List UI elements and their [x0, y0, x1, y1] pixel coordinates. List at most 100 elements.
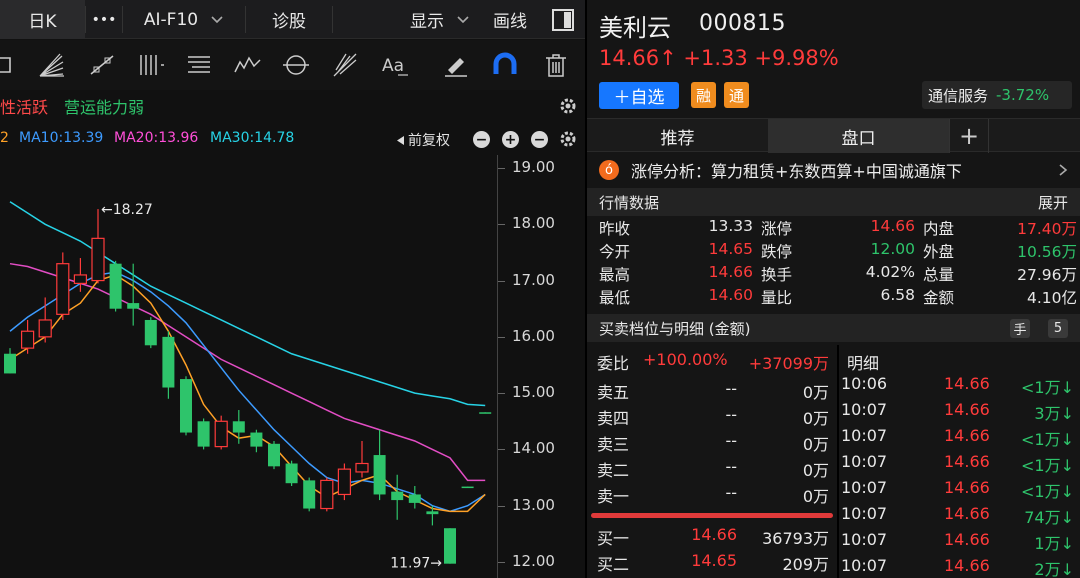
ask-row[interactable]: 卖四 -- 0万 [587, 402, 837, 428]
minus-button-2[interactable]: − [531, 131, 548, 148]
quote-row: 最低 14.60 量比 6.58 金额 4.10亿 [587, 285, 1080, 308]
tab-market[interactable]: 盘口 [768, 119, 949, 153]
bid-row[interactable]: 买一 14.66 36793万 [587, 522, 837, 548]
stock-tags-row: 性活跃 营运能力弱 [0, 90, 585, 122]
book-section-header: 买卖档位与明细 (金额) 手 5 [587, 314, 1080, 342]
candle[interactable] [285, 460, 298, 487]
more-button[interactable]: ••• [86, 0, 122, 39]
ask-row[interactable]: 卖五 -- 0万 [587, 376, 837, 402]
circle-tool-icon[interactable] [281, 50, 311, 80]
display-dropdown[interactable]: 显示 [395, 0, 485, 39]
expand-button[interactable]: 展开 [1038, 192, 1068, 213]
candle-body [127, 303, 140, 309]
quote-grid: 昨收 13.33 涨停 14.66 内盘 17.40万 今开 14.65 跌停 12.00 外盘 10… [587, 216, 1080, 308]
vlines-tool-icon[interactable] [136, 50, 166, 80]
sector-chip[interactable]: 通信服务 -3.72% [922, 81, 1072, 109]
period-button[interactable]: 日K [0, 0, 85, 39]
detail-row: 10:07 14.66 <1万↓ [839, 475, 1080, 501]
limit-up-analysis[interactable]: ó 涨停分析：算力租赁+东数西算+中国诚通旗下 [587, 153, 1080, 187]
candle[interactable] [479, 412, 492, 414]
candle[interactable] [162, 331, 175, 399]
candle[interactable] [109, 260, 122, 312]
detail-time: 10:07 [841, 556, 888, 575]
detail-price: 14.66 [944, 556, 990, 575]
hand-unit-button[interactable]: 手 [1010, 319, 1030, 338]
eraser-icon[interactable] [440, 50, 470, 80]
candle[interactable] [250, 429, 263, 453]
text-lines-tool-icon[interactable] [184, 50, 214, 80]
candle[interactable] [461, 486, 474, 489]
detail-price: 14.66 [944, 374, 990, 393]
detail-price: 14.66 [944, 530, 990, 549]
quote-label: 换手 [761, 266, 793, 284]
tag-active[interactable]: 性活跃 [0, 94, 48, 118]
plus-button[interactable]: + [502, 131, 519, 148]
minus-button[interactable]: − [473, 131, 490, 148]
draw-button[interactable]: 画线 [482, 0, 538, 39]
add-watchlist-button[interactable]: ＋自选 [599, 82, 679, 109]
quote-section-header: 行情数据 展开 [587, 188, 1080, 216]
quote-value: 13.33 [708, 217, 753, 235]
candle[interactable] [21, 319, 35, 354]
adjust-dropdown[interactable]: 前复权 [396, 130, 450, 150]
candle[interactable] [144, 317, 157, 349]
bid-row[interactable]: 买二 14.65 209万 [587, 548, 837, 574]
candle[interactable] [180, 376, 192, 436]
detail-volume: 3万↓ [1034, 404, 1074, 423]
quote-value: 10.56万 [1017, 243, 1077, 261]
candle[interactable] [337, 463, 351, 501]
candle[interactable] [197, 418, 210, 450]
ask-row[interactable]: 卖二 -- 0万 [587, 454, 837, 480]
candlestick-chart[interactable]: ←18.27 11.97→ [0, 155, 497, 578]
candle-body [56, 263, 70, 315]
candle[interactable] [4, 348, 16, 374]
adjust-label: 前复权 [408, 133, 450, 149]
depth-level-button[interactable]: 5 [1048, 319, 1068, 338]
candle[interactable] [320, 477, 334, 512]
candle[interactable] [355, 440, 369, 478]
text-tool-icon[interactable]: Aa [380, 50, 410, 80]
ask-row[interactable]: 卖三 -- 0万 [587, 428, 837, 454]
ask-price: -- [725, 431, 737, 450]
candle[interactable] [38, 297, 52, 343]
candle[interactable] [444, 528, 456, 564]
margin-badge[interactable]: 融 [691, 82, 716, 108]
f10-dropdown[interactable]: AI-F10 [123, 0, 245, 39]
y-tick-label: 18.00 [512, 214, 555, 233]
candle[interactable] [232, 410, 245, 444]
fan-tool-icon[interactable] [36, 50, 66, 80]
gear-icon[interactable] [558, 96, 578, 116]
add-tab-button[interactable]: + [949, 119, 989, 153]
ratio-value: +100.00% [643, 350, 728, 369]
candle[interactable] [91, 209, 105, 284]
detail-row: 10:07 14.66 3万↓ [839, 397, 1080, 423]
ma20-value: MA20:13.96 [114, 130, 199, 146]
candle[interactable] [303, 477, 316, 512]
ask-amount: 0万 [802, 435, 829, 454]
magnet-icon[interactable] [490, 50, 520, 80]
connect-badge[interactable]: 通 [724, 82, 749, 108]
price-change: 14.66↑ +1.33 +9.98% [599, 46, 839, 70]
candle[interactable] [56, 252, 70, 320]
detail-volume: 74万↓ [1024, 508, 1074, 527]
detail-volume: <1万↓ [1021, 456, 1074, 475]
sidebar-toggle-button[interactable] [545, 0, 581, 39]
candle[interactable] [214, 415, 228, 450]
candle[interactable] [408, 486, 421, 509]
candle[interactable] [391, 474, 404, 520]
candle[interactable] [268, 440, 280, 470]
wave-tool-icon[interactable] [233, 50, 263, 80]
quote-row: 最高 14.66 换手 4.02% 总量 27.96万 [587, 262, 1080, 285]
detail-row: 10:07 14.66 74万↓ [839, 501, 1080, 527]
rect-tool-icon[interactable] [0, 50, 22, 80]
ask-row[interactable]: 卖一 -- 0万 [587, 480, 837, 506]
ma-legend: 2 MA10:13.39 MA20:13.96 MA30:14.78 前复权 [0, 123, 585, 155]
diagnose-button[interactable]: 诊股 [246, 0, 332, 39]
candle[interactable] [373, 429, 386, 501]
fork-tool-icon[interactable] [330, 50, 360, 80]
trendline-tool-icon[interactable] [87, 50, 117, 80]
tab-recommend[interactable]: 推荐 [587, 119, 768, 153]
trash-icon[interactable] [541, 50, 571, 80]
settings-gear-icon[interactable] [558, 129, 578, 149]
tag-weak-operations[interactable]: 营运能力弱 [64, 94, 144, 118]
